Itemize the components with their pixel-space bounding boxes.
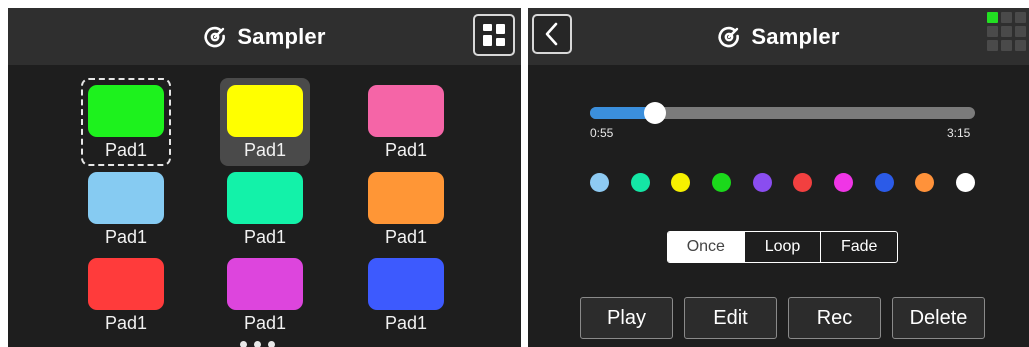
pad-label: Pad1 [384,313,428,333]
left-title: Sampler [203,24,325,50]
pad-label: Pad1 [243,140,287,160]
color-option-8[interactable] [875,173,894,192]
mini-grid-cell [987,12,998,23]
color-option-3[interactable] [671,173,690,192]
total-time: 3:15 [947,126,971,140]
right-title-text: Sampler [751,23,840,49]
pad-label: Pad1 [384,227,428,247]
mode-fade[interactable]: Fade [821,232,897,262]
pad-5[interactable]: Pad1 [220,165,310,253]
color-option-7[interactable] [834,173,853,192]
playback-slider[interactable] [590,102,975,124]
pad-color-swatch [88,258,164,310]
play-mode-selector: Once Loop Fade [667,231,898,263]
right-header: Sampler [528,8,1029,65]
layout-switch-icon [483,24,505,46]
sampler-icon [204,26,226,47]
mini-grid-cell [1001,40,1012,51]
color-option-2[interactable] [631,173,650,192]
pad-7[interactable]: Pad1 [81,251,171,339]
pad-4[interactable]: Pad1 [81,165,171,253]
pad-color-swatch [227,172,303,224]
mini-grid-cell [1015,26,1026,37]
pad-label: Pad1 [243,313,287,333]
mini-grid-cell [1015,40,1026,51]
pad-label: Pad1 [384,140,428,160]
page-dot [254,341,261,347]
layout-switch-button[interactable] [473,14,515,56]
pad-color-swatch [368,172,444,224]
pad-color-swatch [88,85,164,137]
color-option-10[interactable] [956,173,975,192]
color-option-4[interactable] [712,173,731,192]
color-option-6[interactable] [793,173,812,192]
rec-button[interactable]: Rec [788,297,881,339]
page-dot [268,341,275,347]
pad-label: Pad1 [104,227,148,247]
pad-3[interactable]: Pad1 [361,78,451,166]
mode-once[interactable]: Once [668,232,745,262]
sampler-icon [718,26,740,47]
pad-settings-panel: Sampler 0:55 3:15 Once Loop Fade Play Edit R… [528,8,1029,347]
right-title: Sampler [717,24,839,50]
back-chevron-icon [545,22,558,46]
mode-loop[interactable]: Loop [745,232,822,262]
pad-color-swatch [88,172,164,224]
playback-slider-thumb[interactable] [644,102,666,124]
edit-button[interactable]: Edit [684,297,777,339]
mini-grid-cell [1015,12,1026,23]
left-title-text: Sampler [237,23,326,49]
pad-color-swatch [368,85,444,137]
pad-label: Pad1 [104,140,148,160]
pad-label: Pad1 [243,227,287,247]
current-time: 0:55 [590,126,614,140]
mini-grid-cell [1001,12,1012,23]
pad-8[interactable]: Pad1 [220,251,310,339]
mini-grid-cell [1001,26,1012,37]
color-option-9[interactable] [915,173,934,192]
pad-6[interactable]: Pad1 [361,165,451,253]
page-dot [240,341,247,347]
pad-grid-icon[interactable] [987,12,1027,52]
color-option-1[interactable] [590,173,609,192]
pad-2[interactable]: Pad1 [220,78,310,166]
delete-button[interactable]: Delete [892,297,985,339]
mini-grid-cell [987,26,998,37]
page-indicator [240,341,275,347]
color-picker [590,173,975,193]
pad-1[interactable]: Pad1 [81,78,171,166]
play-button[interactable]: Play [580,297,673,339]
pad-grid-panel: Sampler Pad1 Pad1 Pad1 Pad1 Pad1 Pad1 Pad1 Pad1… [8,8,521,347]
back-button[interactable] [532,14,572,54]
pad-color-swatch [368,258,444,310]
left-header: Sampler [8,8,521,65]
pad-color-swatch [227,258,303,310]
pad-label: Pad1 [104,313,148,333]
pad-color-swatch [227,85,303,137]
mini-grid-cell [987,40,998,51]
pad-9[interactable]: Pad1 [361,251,451,339]
color-option-5[interactable] [753,173,772,192]
